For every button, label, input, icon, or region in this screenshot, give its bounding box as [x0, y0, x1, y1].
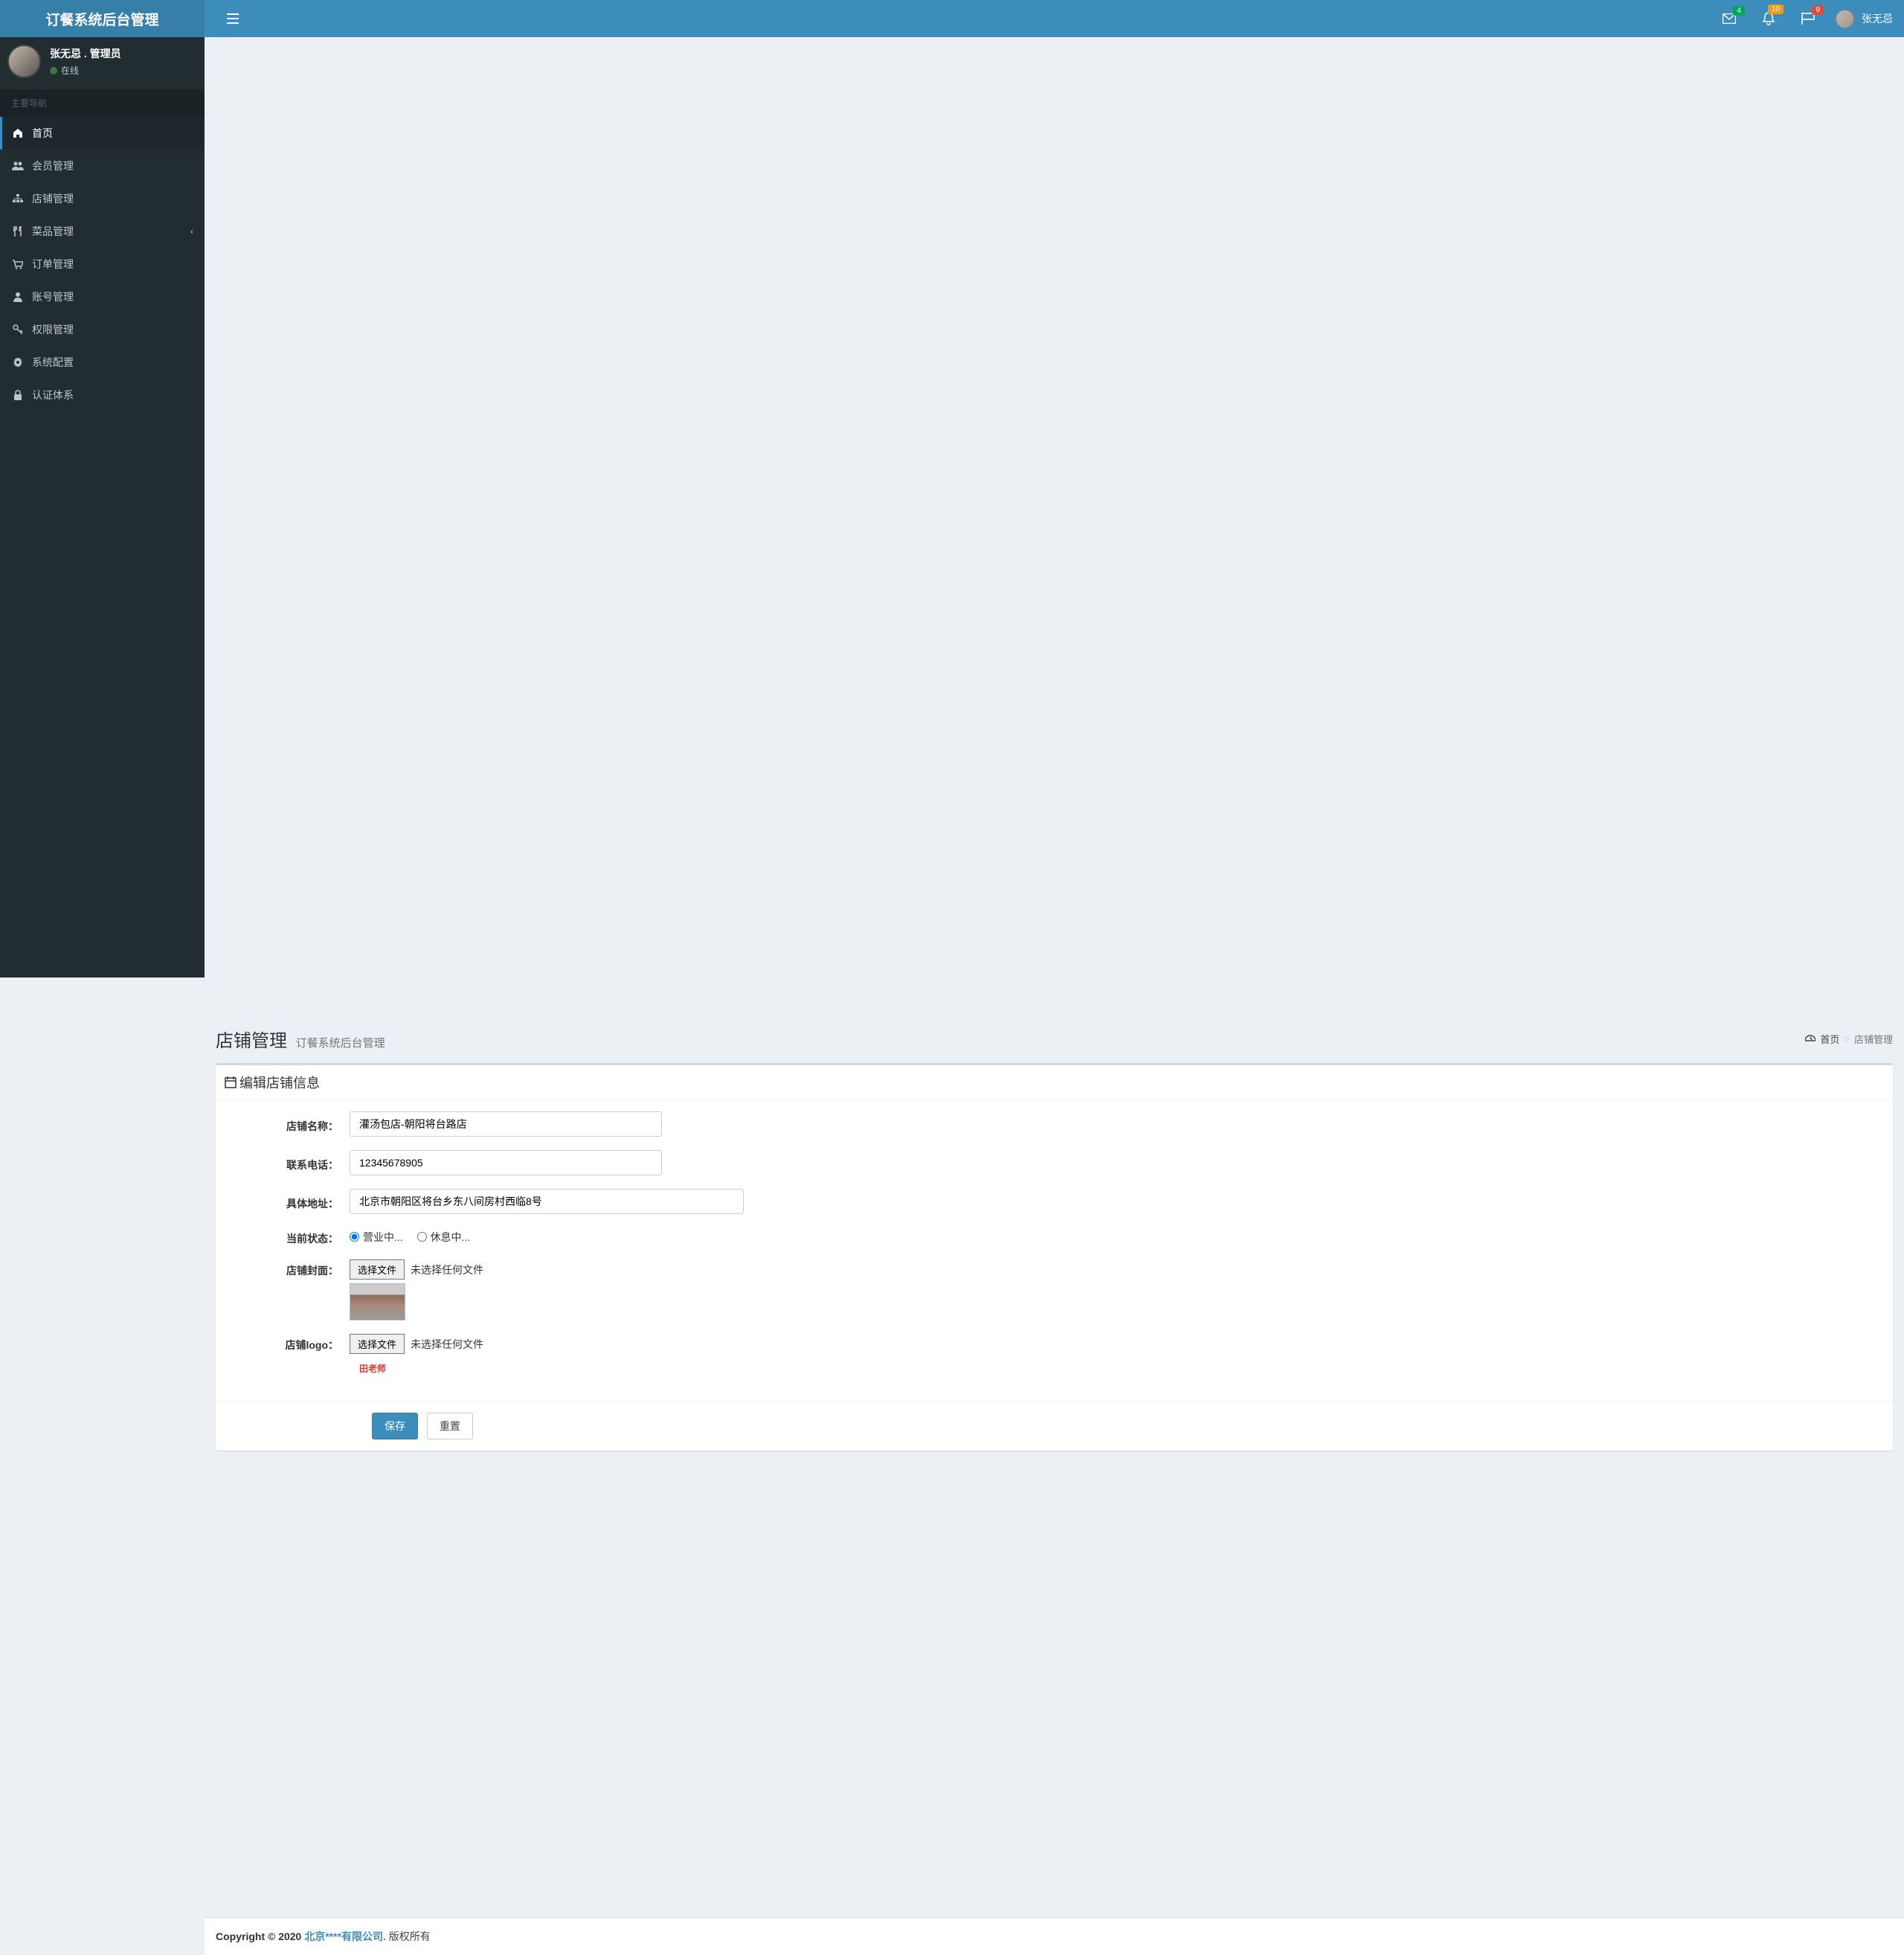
- avatar: [1836, 10, 1854, 28]
- avatar: [7, 45, 41, 78]
- sidebar-item-label: 账号管理: [32, 289, 74, 304]
- tasks-badge: 9: [1812, 5, 1824, 15]
- footer: Copyright © 2020 北京****有限公司. 版权所有: [205, 1917, 1904, 1955]
- edit-shop-box: 编辑店铺信息 店铺名称： 联系电话： 具体地址：: [216, 1063, 1893, 1451]
- sidebar-item-home[interactable]: 首页: [0, 117, 205, 150]
- logo-file-button[interactable]: 选择文件: [350, 1334, 405, 1354]
- label-logo: 店铺logo：: [223, 1338, 350, 1352]
- bars-icon: [227, 13, 239, 24]
- label-status: 当前状态：: [223, 1231, 350, 1246]
- status-open-radio[interactable]: [350, 1232, 359, 1242]
- key-icon: [11, 324, 25, 335]
- lock-icon: [11, 390, 25, 400]
- sidebar-section-header: 主要导航: [0, 89, 205, 117]
- box-title-text: 编辑店铺信息: [239, 1073, 320, 1092]
- sidebar: 张无忌 . 管理员 在线 主要导航 首页 会员管理 店铺管理 菜品管理 ‹ 订单管…: [0, 0, 205, 978]
- breadcrumb-current: 店铺管理: [1854, 1032, 1893, 1046]
- status-closed-option[interactable]: 休息中...: [417, 1230, 471, 1245]
- sidebar-item-label: 认证体系: [32, 388, 74, 402]
- label-phone: 联系电话：: [223, 1158, 350, 1172]
- sidebar-item-label: 首页: [32, 126, 53, 141]
- save-button[interactable]: 保存: [372, 1413, 418, 1439]
- sidebar-item-auth[interactable]: 认证体系: [0, 379, 205, 411]
- label-cover: 店铺封面：: [223, 1263, 350, 1278]
- cover-file-button[interactable]: 选择文件: [350, 1259, 405, 1280]
- user-panel: 张无忌 . 管理员 在线: [0, 37, 205, 89]
- status-closed-radio[interactable]: [417, 1232, 427, 1242]
- cover-file-status: 未选择任何文件: [411, 1262, 483, 1277]
- messages-badge: 4: [1733, 6, 1745, 16]
- address-input[interactable]: [350, 1189, 744, 1214]
- footer-company-link[interactable]: 北京****有限公司.: [304, 1930, 386, 1942]
- sidebar-item-label: 菜品管理: [32, 224, 74, 239]
- status-closed-label: 休息中...: [431, 1230, 471, 1245]
- copyright-suffix: 版权所有: [386, 1930, 431, 1942]
- user-name: 张无忌: [1862, 11, 1893, 26]
- tasks-menu[interactable]: 9: [1795, 7, 1821, 31]
- sidebar-item-settings[interactable]: 系统配置: [0, 346, 205, 379]
- app-logo[interactable]: 订餐系统后台管理: [0, 0, 205, 37]
- sidebar-item-label: 订单管理: [32, 257, 74, 272]
- breadcrumb: 首页 > 店铺管理: [1805, 1032, 1893, 1046]
- user-full-name: 张无忌 . 管理员: [50, 46, 121, 61]
- page-title: 店铺管理 订餐系统后台管理: [216, 1026, 385, 1052]
- user-icon: [11, 292, 25, 302]
- shop-name-input[interactable]: [350, 1111, 662, 1137]
- sidebar-item-dishes[interactable]: 菜品管理 ‹: [0, 215, 205, 248]
- sidebar-item-label: 会员管理: [32, 158, 74, 173]
- user-menu[interactable]: 张无忌: [1836, 10, 1893, 28]
- page-subtitle: 订餐系统后台管理: [296, 1037, 385, 1050]
- logo-thumbnail: 田老师: [350, 1360, 396, 1376]
- copyright-prefix: Copyright © 2020: [216, 1930, 304, 1942]
- users-icon: [11, 161, 25, 170]
- user-status: 在线: [50, 64, 121, 77]
- sidebar-item-shops[interactable]: 店铺管理: [0, 182, 205, 215]
- label-address: 具体地址：: [223, 1196, 350, 1211]
- notifications-menu[interactable]: 10: [1757, 6, 1781, 31]
- sitemap-icon: [11, 194, 25, 203]
- cart-icon: [11, 260, 25, 269]
- logo-file-status: 未选择任何文件: [411, 1337, 483, 1352]
- phone-input[interactable]: [350, 1150, 662, 1175]
- sidebar-item-members[interactable]: 会员管理: [0, 150, 205, 182]
- notifications-badge: 10: [1768, 4, 1784, 14]
- breadcrumb-home[interactable]: 首页: [1820, 1032, 1839, 1046]
- logo-thumb-text: 田老师: [359, 1362, 386, 1375]
- sidebar-item-label: 权限管理: [32, 322, 74, 337]
- messages-menu[interactable]: 4: [1717, 7, 1742, 30]
- status-open-option[interactable]: 营业中...: [350, 1230, 403, 1245]
- sidebar-item-label: 店铺管理: [32, 191, 74, 206]
- breadcrumb-separator: >: [1844, 1033, 1850, 1044]
- sidebar-item-accounts[interactable]: 账号管理: [0, 280, 205, 313]
- sidebar-item-permissions[interactable]: 权限管理: [0, 313, 205, 346]
- gear-icon: [11, 357, 25, 367]
- cover-thumbnail: [350, 1283, 405, 1320]
- status-open-label: 营业中...: [363, 1230, 403, 1245]
- status-text: 在线: [61, 64, 79, 77]
- page-title-text: 店铺管理: [216, 1031, 287, 1051]
- utensils-icon: [11, 226, 25, 237]
- calendar-icon: [225, 1076, 237, 1088]
- home-icon: [11, 128, 25, 138]
- label-shop-name: 店铺名称：: [223, 1119, 350, 1134]
- chevron-left-icon: ‹: [190, 226, 193, 237]
- reset-button[interactable]: 重置: [427, 1413, 473, 1439]
- sidebar-item-orders[interactable]: 订单管理: [0, 248, 205, 280]
- sidebar-toggle[interactable]: [216, 2, 250, 35]
- sidebar-item-label: 系统配置: [32, 355, 74, 370]
- status-dot-icon: [50, 67, 57, 74]
- dashboard-icon: [1805, 1035, 1815, 1044]
